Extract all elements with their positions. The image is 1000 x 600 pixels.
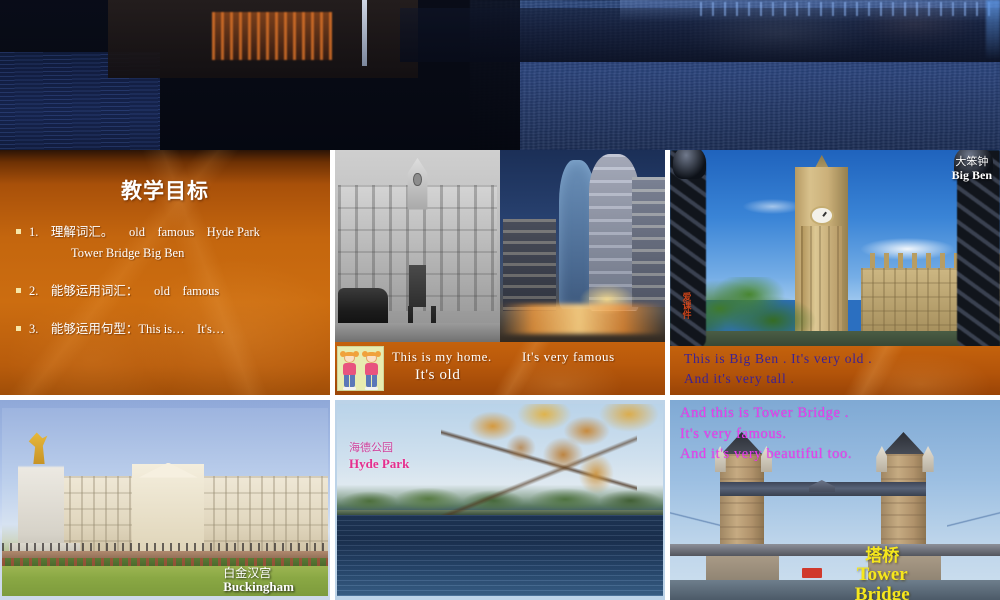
big-ben-caption-line2: And it's very tall .: [684, 371, 795, 386]
bullet-square-icon: [16, 326, 21, 332]
tower-bridge-label-en2: Bridge: [854, 584, 910, 600]
shoes: [365, 387, 379, 390]
hyde-park-label-en: Hyde Park: [349, 455, 410, 471]
caption-this-is-my-home: This is my home.: [392, 349, 492, 364]
tower-bridge-caption-line1: And this is Tower Bridge .: [680, 405, 849, 421]
suspension-cable-left: [670, 496, 723, 548]
objective-1-line2: Tower Bridge Big Ben: [71, 246, 185, 261]
cartoon-girl-icon: [339, 350, 359, 390]
old-building-photo: [335, 150, 500, 342]
slides-grid: 教学目标 1. 理解词汇。 old famous Hyde Park Tower…: [0, 150, 1000, 600]
objective-2: 2. 能够运用词汇： old famous: [29, 284, 220, 299]
fringe: [343, 352, 355, 356]
tower-bridge-label: 塔桥 Tower Bridge: [854, 545, 910, 600]
side-building-left: [503, 219, 557, 312]
night-river-banner-image: [0, 0, 1000, 150]
big-ben-label: 大笨钟 Big Ben: [952, 156, 992, 182]
big-ben-label-cn: 大笨钟: [955, 156, 989, 168]
suspension-cable-right: [947, 496, 1000, 548]
distant-city-lights: [700, 2, 1000, 16]
building-clock-face: [413, 173, 422, 187]
tower-bridge-label-cn: 塔桥: [865, 545, 900, 565]
thames-river: [670, 580, 1000, 600]
lake-water: [337, 515, 663, 596]
slide-tower-bridge[interactable]: And this is Tower Bridge . It's very fam…: [670, 400, 1000, 600]
slide-big-ben[interactable]: 大笨钟 Big Ben 爱课件 This is Big Ben . It's v…: [670, 150, 1000, 395]
boat-window-lights: [212, 12, 332, 60]
caption-band: This is my home. It's very famous It's o…: [335, 342, 665, 395]
slide-title: 教学目标: [121, 179, 209, 203]
bullet-square-icon: [16, 229, 21, 234]
buckingham-label-en: Buckingham: [223, 578, 294, 594]
caption-its-old: It's old: [415, 367, 461, 383]
blue-edge-light: [986, 0, 1000, 60]
cartoon-girl-icon: [362, 350, 382, 390]
palace-photo: 白金汉宫 Buckingham: [2, 408, 328, 596]
boat-mast: [362, 0, 367, 66]
modern-building-photo: [500, 150, 665, 342]
two-cartoon-girls-icon: [337, 346, 384, 391]
list-item: 1. 理解词汇。 old famous Hyde Park Tower Brid…: [16, 223, 318, 262]
objective-1-line1: 1. 理解词汇。 old famous Hyde Park: [29, 225, 260, 239]
buckingham-label-cn: 白金汉宫: [223, 565, 272, 580]
big-ben-label-en: Big Ben: [951, 167, 992, 182]
maple-leaf-decoration: [335, 342, 665, 395]
fringe: [366, 352, 378, 356]
slide-grid-page: 教学目标 1. 理解词汇。 old famous Hyde Park Tower…: [0, 0, 1000, 600]
slide-my-home[interactable]: This is my home. It's very famous It's o…: [335, 150, 665, 395]
objectives-list: 1. 理解词汇。 old famous Hyde Park Tower Brid…: [0, 223, 330, 339]
objective-3: 3. 能够运用句型：This is… It's…: [29, 322, 225, 337]
tower-bridge-label-en: Tower: [856, 563, 908, 585]
bridge-deck: [670, 544, 1000, 556]
slide-hyde-park[interactable]: 海德公园 Hyde Park: [335, 400, 665, 600]
jeans: [366, 375, 378, 387]
big-ben-clock-face: [810, 206, 834, 225]
list-item: 2. 能够运用词汇： old famous: [16, 282, 318, 300]
railing-finial-left: [673, 150, 707, 180]
watermark-text: 爱课件: [681, 292, 692, 319]
slide-buckingham-palace[interactable]: 白金汉宫 Buckingham: [0, 400, 330, 600]
side-building-right: [632, 176, 665, 308]
cloud: [742, 199, 802, 214]
hyde-park-label: 海德公园 Hyde Park: [349, 442, 409, 472]
hyde-park-label-cn: 海德公园: [349, 442, 393, 454]
jeans: [343, 375, 355, 387]
list-item: 3. 能够运用句型：This is… It's…: [16, 320, 318, 338]
iron-railing-left: [670, 150, 707, 351]
tower-bridge-caption-line3: And it's very beautiful too.: [680, 446, 853, 463]
building-entrance: [409, 265, 426, 308]
caption-band: This is Big Ben . It's very old . And it…: [670, 346, 1000, 395]
slide-teaching-objectives[interactable]: 教学目标 1. 理解词汇。 old famous Hyde Park Tower…: [0, 150, 330, 395]
autumn-foliage: [441, 404, 663, 520]
caption-its-very-famous: It's very famous: [522, 349, 615, 364]
traffic-light-streak: [500, 303, 665, 335]
tower-bridge-caption-line2: It's very famous.: [680, 425, 787, 442]
street-ground: [335, 322, 500, 342]
hyde-park-photo: 海德公园 Hyde Park: [337, 404, 663, 596]
parked-van: [338, 288, 388, 327]
red-bus: [802, 568, 822, 578]
shoes: [342, 387, 356, 390]
photo-pair: [335, 150, 665, 342]
buckingham-label: 白金汉宫 Buckingham: [223, 565, 294, 594]
tower-bridge-caption: And this is Tower Bridge . It's very fam…: [680, 403, 994, 465]
big-ben-caption-line1: This is Big Ben . It's very old .: [684, 351, 873, 366]
bullet-square-icon: [16, 288, 21, 294]
objective-1: 1. 理解词汇。 old famous Hyde Park Tower Brid…: [29, 223, 318, 262]
